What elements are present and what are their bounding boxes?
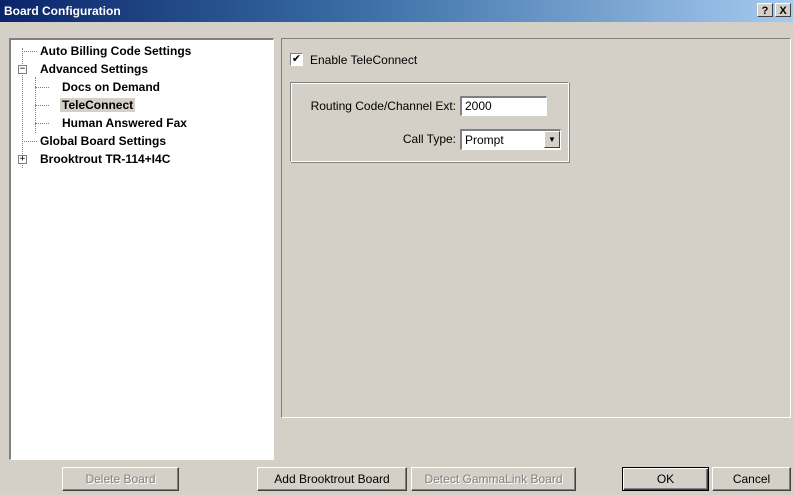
tree-item-label: TeleConnect — [60, 98, 136, 112]
routing-code-input[interactable]: 2000 — [460, 96, 547, 116]
detect-gammalink-board-button[interactable]: Detect GammaLink Board — [411, 467, 576, 491]
collapse-icon[interactable]: − — [18, 65, 27, 74]
tree-item-label: Docs on Demand — [62, 80, 161, 94]
tree-item-label: Auto Billing Code Settings — [40, 44, 192, 58]
cancel-button[interactable]: Cancel — [712, 467, 791, 491]
tree-item-label: Brooktrout TR-114+I4C — [40, 152, 171, 166]
routing-code-label: Routing Code/Channel Ext: — [310, 99, 456, 113]
tree-item-auto-billing[interactable]: Auto Billing Code Settings — [40, 42, 191, 60]
add-brooktrout-board-button[interactable]: Add Brooktrout Board — [257, 467, 407, 491]
call-type-value: Prompt — [465, 133, 504, 147]
tree-item-brooktrout-board[interactable]: Brooktrout TR-114+I4C — [40, 150, 170, 168]
dropdown-arrow-icon[interactable]: ▼ — [544, 131, 560, 148]
enable-teleconnect-label[interactable]: Enable TeleConnect — [310, 53, 417, 67]
tree-item-label: Global Board Settings — [40, 134, 167, 148]
tree-item-advanced-settings[interactable]: Advanced Settings — [40, 60, 148, 78]
delete-board-button[interactable]: Delete Board — [62, 467, 179, 491]
teleconnect-groupbox — [290, 82, 569, 162]
window-title: Board Configuration — [4, 4, 121, 18]
tree-item-teleconnect[interactable]: TeleConnect — [60, 96, 136, 114]
enable-teleconnect-checkbox[interactable]: ✔ — [290, 53, 303, 66]
tree-item-label: Advanced Settings — [40, 62, 149, 76]
tree-connector-line — [35, 87, 49, 88]
tree-item-human-answered-fax[interactable]: Human Answered Fax — [62, 114, 187, 132]
tree-item-docs-on-demand[interactable]: Docs on Demand — [62, 78, 160, 96]
tree-connector-line — [22, 51, 37, 52]
tree-connector-line — [22, 141, 37, 142]
tree-connector-line — [35, 123, 49, 124]
settings-tree[interactable]: Auto Billing Code Settings − Advanced Se… — [9, 38, 274, 460]
tree-item-global-board-settings[interactable]: Global Board Settings — [40, 132, 166, 150]
ok-button[interactable]: OK — [622, 467, 709, 491]
tree-item-label: Human Answered Fax — [62, 116, 187, 130]
help-button[interactable]: ? — [757, 3, 773, 17]
title-bar: Board Configuration ? X — [0, 0, 793, 22]
tree-connector-line — [35, 105, 49, 106]
expand-icon[interactable]: + — [18, 155, 27, 164]
call-type-select[interactable]: Prompt ▼ — [460, 129, 561, 150]
close-button[interactable]: X — [775, 3, 791, 17]
call-type-label: Call Type: — [402, 132, 456, 146]
